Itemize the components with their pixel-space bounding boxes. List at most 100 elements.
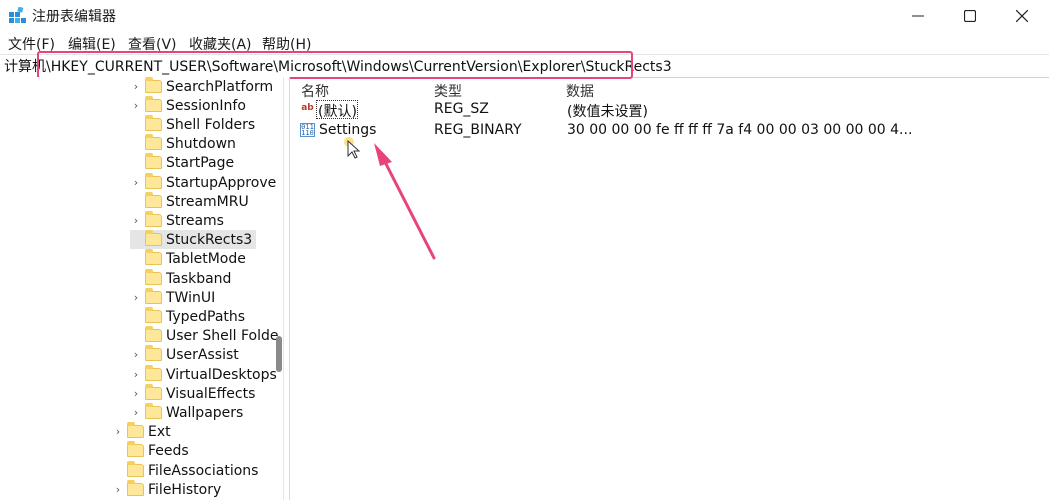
tree-item[interactable]: Feeds: [112, 441, 189, 460]
folder-icon: [145, 403, 162, 419]
folder-icon: [145, 230, 162, 246]
tree-item-label: User Shell Folde: [166, 327, 279, 344]
chevron-right-icon[interactable]: ›: [130, 387, 142, 400]
tree-item-label: UserAssist: [166, 346, 239, 363]
maximize-icon: [964, 10, 976, 22]
title-bar: 注册表编辑器: [0, 0, 1049, 32]
tree-item-label: VirtualDesktops: [166, 366, 277, 383]
tree-item-label: Wallpapers: [166, 404, 244, 421]
chevron-right-icon[interactable]: ›: [112, 483, 124, 496]
tree-item-label: Streams: [166, 212, 224, 229]
value-name: Settings: [319, 122, 377, 138]
tree-item[interactable]: › VirtualDesktops: [130, 365, 277, 384]
folder-icon: [145, 384, 162, 400]
chevron-right-icon[interactable]: ›: [130, 291, 142, 304]
folder-icon: [145, 345, 162, 361]
tree-item[interactable]: › VisualEffects: [130, 384, 255, 403]
tree-item[interactable]: StreamMRU: [130, 192, 249, 211]
tree-item[interactable]: FileAssociations: [112, 461, 258, 480]
string-value-icon: ab: [301, 103, 314, 113]
tree-item-label: FileAssociations: [148, 462, 259, 479]
chevron-right-icon[interactable]: ›: [130, 214, 142, 227]
tree-item[interactable]: › Streams: [130, 211, 224, 230]
chevron-right-icon[interactable]: ›: [130, 368, 142, 381]
tree-item[interactable]: TypedPaths: [130, 307, 245, 326]
chevron-right-icon[interactable]: ›: [130, 406, 142, 419]
folder-icon: [127, 441, 144, 457]
window-title: 注册表编辑器: [32, 9, 116, 25]
tree-item-label: Taskband: [166, 270, 232, 287]
minimize-button[interactable]: [892, 0, 944, 32]
values-list-pane[interactable]: 名称 类型 数据: [290, 77, 1049, 500]
folder-icon: [145, 115, 162, 131]
value-data: (数值未设置): [567, 104, 648, 120]
tree-item-label: Feeds: [148, 442, 189, 459]
tree-item[interactable]: › Wallpapers: [130, 403, 243, 422]
chevron-right-icon[interactable]: ›: [130, 80, 142, 93]
value-type: REG_BINARY: [434, 122, 522, 138]
minimize-icon: [912, 15, 924, 17]
tree-item-label: TWinUI: [166, 289, 216, 306]
folder-icon: [145, 153, 162, 169]
folder-icon: [145, 211, 162, 227]
tree-item[interactable]: › Ext: [112, 422, 171, 441]
folder-icon: [145, 96, 162, 112]
folder-icon: [145, 365, 162, 381]
tree-item-label: StuckRects3: [166, 231, 253, 248]
tree-item[interactable]: › SearchPlatform: [130, 77, 273, 96]
tree-item[interactable]: User Shell Folde: [130, 326, 278, 345]
tree-item-label: TabletMode: [166, 250, 246, 267]
address-highlight-box: [37, 51, 633, 79]
tree-item[interactable]: Taskband: [130, 269, 231, 288]
folder-icon: [145, 134, 162, 150]
tree-item[interactable]: StartPage: [130, 153, 234, 172]
tree-item-label: TypedPaths: [166, 308, 246, 325]
tree-item[interactable]: › StartupApprove: [130, 173, 276, 192]
tree-guide-line: [283, 77, 284, 500]
folder-icon: [145, 77, 162, 93]
tree-item-label: Ext: [148, 423, 171, 440]
folder-icon: [127, 422, 144, 438]
tree-item[interactable]: Shell Folders: [130, 115, 255, 134]
key-tree-pane[interactable]: › SearchPlatform › SessionInfo Shell Folde…: [0, 77, 290, 500]
tree-item-label: SessionInfo: [166, 97, 246, 114]
tree-scrollbar-thumb[interactable]: [276, 336, 282, 372]
tree-item[interactable]: › TWinUI: [130, 288, 215, 307]
column-header-name[interactable]: 名称: [301, 81, 329, 101]
tree-item[interactable]: › UserAssist: [130, 345, 239, 364]
tree-item[interactable]: TabletMode: [130, 249, 246, 268]
tree-item-label: Shell Folders: [166, 116, 256, 133]
chevron-right-icon[interactable]: ›: [130, 348, 142, 361]
value-type: REG_SZ: [434, 101, 489, 117]
folder-icon: [145, 326, 162, 342]
tree-item-label: FileHistory: [148, 481, 222, 498]
maximize-button[interactable]: [944, 0, 996, 32]
folder-icon: [127, 480, 144, 496]
folder-icon: [127, 461, 144, 477]
tree-item[interactable]: Shutdown: [130, 134, 236, 153]
focus-rectangle: [316, 100, 358, 119]
folder-icon: [145, 173, 162, 189]
registry-editor-icon: [9, 7, 26, 23]
tree-item[interactable]: › SessionInfo: [130, 96, 246, 115]
folder-icon: [145, 192, 162, 208]
chevron-right-icon[interactable]: ›: [130, 99, 142, 112]
tree-item-label: SearchPlatform: [166, 78, 274, 95]
column-header-data[interactable]: 数据: [566, 81, 594, 101]
tree-item-label: StreamMRU: [166, 193, 249, 210]
tree-item-label: StartupApprove: [166, 174, 277, 191]
close-icon: [1016, 10, 1028, 22]
tree-item-selected[interactable]: StuckRects3: [130, 230, 257, 249]
tree-item[interactable]: › FileHistory: [112, 480, 221, 499]
chevron-right-icon[interactable]: ›: [112, 425, 124, 438]
folder-icon: [145, 249, 162, 265]
chevron-right-icon[interactable]: ›: [130, 176, 142, 189]
folder-icon: [145, 288, 162, 304]
tree-item-label: StartPage: [166, 154, 235, 171]
close-button[interactable]: [996, 0, 1048, 32]
folder-icon: [145, 269, 162, 285]
folder-icon: [145, 307, 162, 323]
value-data: 30 00 00 00 fe ff ff ff 7a f4 00 00 03 0…: [567, 122, 913, 138]
tree-item-label: VisualEffects: [166, 385, 256, 402]
column-header-type[interactable]: 类型: [434, 81, 462, 101]
